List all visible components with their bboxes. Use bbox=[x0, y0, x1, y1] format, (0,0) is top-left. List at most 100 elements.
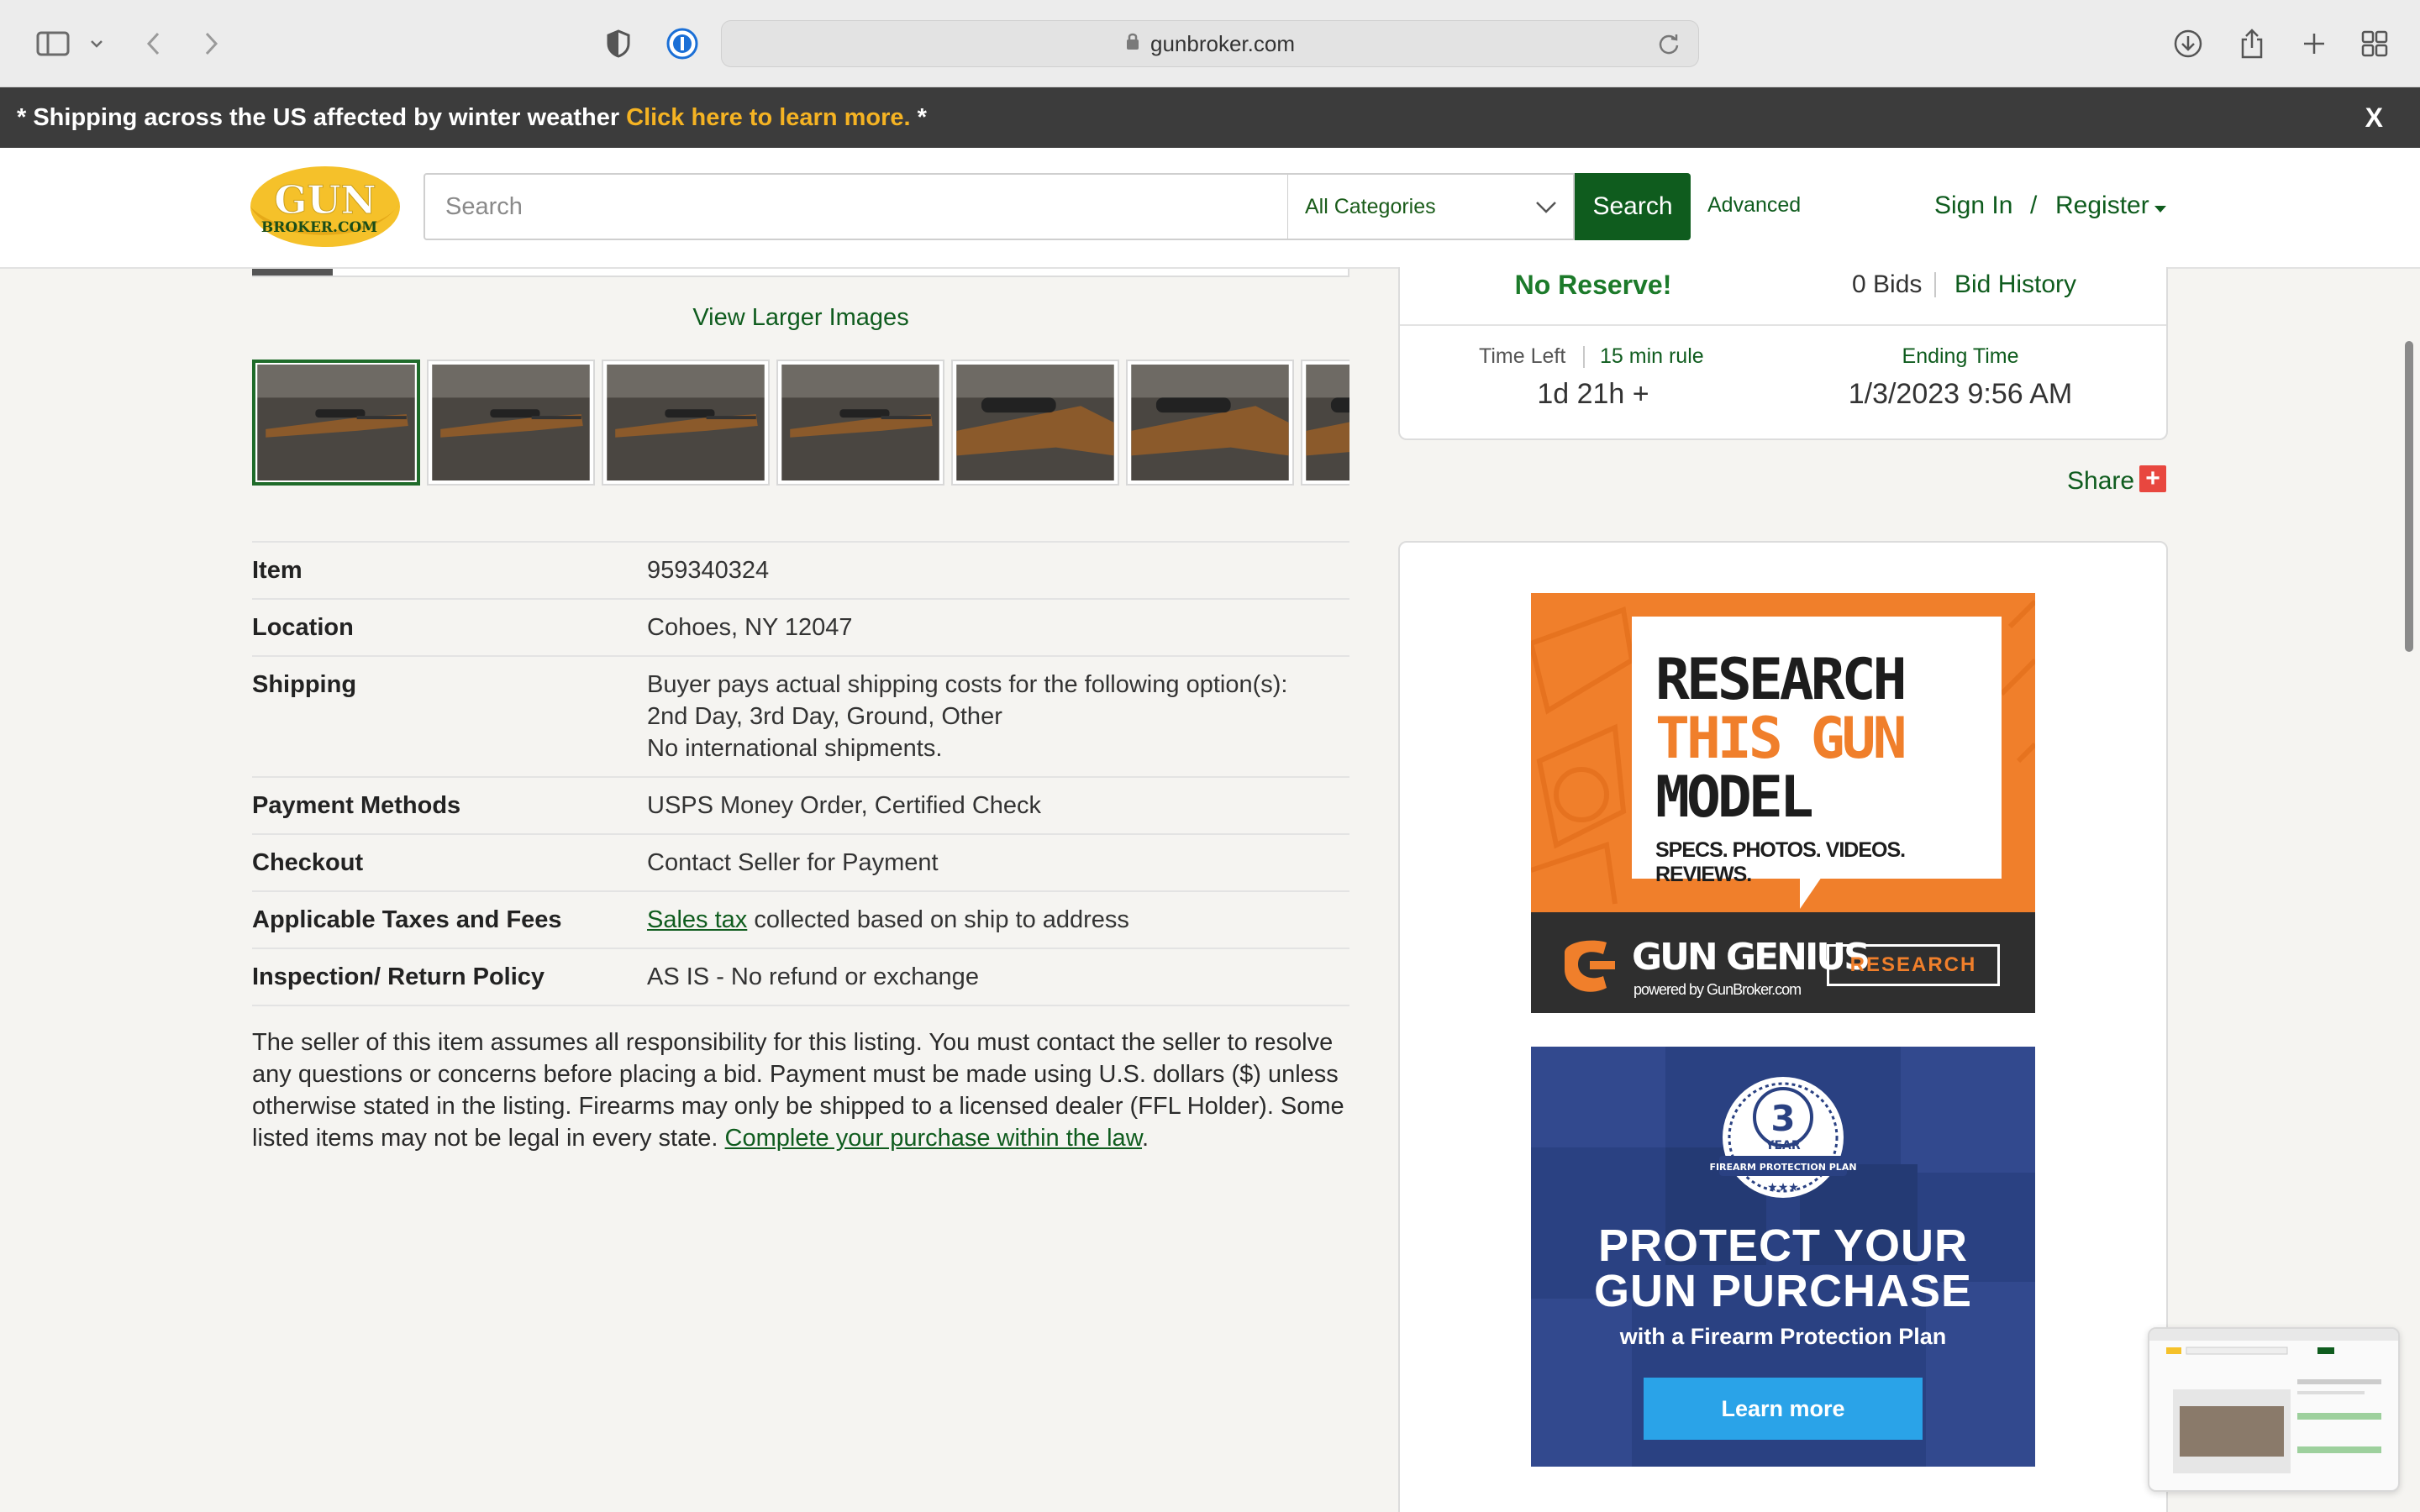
lock-icon bbox=[1125, 31, 1140, 57]
thumbnail-image[interactable] bbox=[1126, 360, 1294, 486]
rifle-photo-icon bbox=[607, 365, 765, 480]
gun-genius-logo-icon bbox=[1556, 936, 1623, 1002]
rifle-photo-icon bbox=[781, 365, 939, 480]
ad-brand-subtitle: powered by GunBroker.com bbox=[1634, 981, 1802, 998]
badge-text: FIREARM PROTECTION PLAN bbox=[1709, 1162, 1856, 1173]
notice-close-button[interactable]: X bbox=[2365, 102, 2383, 134]
badge-number: 3 bbox=[1770, 1098, 1795, 1139]
speech-bubble-tail bbox=[1800, 877, 1822, 909]
ad2-headline-line2: GUN PURCHASE bbox=[1593, 1266, 1973, 1316]
category-select[interactable]: All Categories bbox=[1287, 173, 1575, 240]
privacy-shield-icon[interactable] bbox=[602, 25, 635, 62]
time-left-label: Time Left bbox=[1479, 344, 1566, 368]
reload-icon[interactable] bbox=[1658, 32, 1680, 61]
details-value-line: AS IS - No refund or exchange bbox=[647, 961, 1349, 993]
view-larger-images-link[interactable]: View Larger Images bbox=[0, 304, 1602, 332]
new-tab-icon[interactable] bbox=[2297, 25, 2331, 62]
sidebar-toggle-icon[interactable] bbox=[32, 25, 74, 62]
downloads-icon[interactable] bbox=[2171, 25, 2205, 62]
ending-time-value: 1/3/2023 9:56 AM bbox=[1848, 378, 2073, 410]
ad2-headline: PROTECT YOUR GUN PURCHASE bbox=[1531, 1223, 2035, 1314]
sign-in-link[interactable]: Sign In bbox=[1934, 192, 2012, 220]
bid-history-link[interactable]: Bid History bbox=[1954, 267, 2076, 302]
share-sheet-icon[interactable] bbox=[2235, 25, 2269, 62]
details-label: Shipping bbox=[252, 671, 357, 698]
details-label: Checkout bbox=[252, 849, 364, 876]
weather-notice-banner: * Shipping across the US affected by win… bbox=[0, 87, 2420, 148]
tab-overview-icon[interactable] bbox=[2358, 25, 2391, 62]
ad-headline-line3: MODEL bbox=[1655, 764, 1814, 831]
details-label: Location bbox=[252, 614, 354, 641]
ad-headline-line1: RESEARCH bbox=[1655, 647, 1907, 713]
caret-down-icon[interactable] bbox=[2153, 203, 2168, 218]
tab-preview-thumbnail[interactable] bbox=[2148, 1327, 2400, 1492]
search-button[interactable]: Search bbox=[1575, 173, 1691, 240]
ad-speech-bubble: RESEARCH THIS GUN MODEL SPECS. PHOTOS. V… bbox=[1632, 617, 2002, 886]
sales-tax-link[interactable]: Sales tax bbox=[647, 906, 747, 933]
time-left-separator bbox=[1583, 346, 1585, 368]
search-box bbox=[424, 173, 1289, 240]
details-value-text: 2nd Day, 3rd Day, Ground, Other bbox=[647, 703, 1002, 730]
chevron-down-icon bbox=[1534, 197, 1558, 221]
password-manager-icon[interactable] bbox=[664, 25, 701, 62]
notice-learn-more-link[interactable]: Click here to learn more. bbox=[626, 104, 910, 132]
forward-icon[interactable] bbox=[197, 25, 227, 62]
search-input[interactable] bbox=[425, 175, 1287, 239]
ad2-subheadline: with a Firearm Protection Plan bbox=[1619, 1324, 1947, 1349]
notice-tail: * bbox=[917, 103, 927, 131]
details-value-text: Contact Seller for Payment bbox=[647, 849, 939, 876]
notice-text: * Shipping across the US affected by win… bbox=[17, 103, 620, 131]
details-row: Applicable Taxes and Fees Sales tax colle… bbox=[252, 890, 1349, 948]
view-larger-images-label: View Larger Images bbox=[692, 304, 909, 331]
no-reserve-label: No Reserve! bbox=[1514, 270, 1672, 300]
ad-footer-bar: GUN GENIUS powered by GunBroker.com RESE… bbox=[1531, 912, 2035, 1013]
purchase-within-law-link[interactable]: Complete your purchase within the law bbox=[725, 1125, 1142, 1152]
browser-toolbar: gunbroker.com bbox=[0, 0, 2420, 87]
details-label: Item bbox=[252, 557, 302, 584]
ad-headline-line2: THIS GUN bbox=[1655, 706, 1907, 772]
thumbnail-image[interactable] bbox=[602, 360, 770, 486]
chevron-down-icon[interactable] bbox=[84, 25, 109, 62]
page-scrollbar-thumb[interactable] bbox=[2405, 341, 2413, 652]
advanced-search-link[interactable]: Advanced bbox=[1707, 193, 1801, 218]
details-value-text: AS IS - No refund or exchange bbox=[647, 963, 979, 990]
learn-more-button[interactable]: Learn more bbox=[1644, 1378, 1923, 1440]
auth-separator: / bbox=[2030, 192, 2038, 219]
disclaimer-end: . bbox=[1142, 1125, 1150, 1152]
details-value: Sales tax collected based on ship to add… bbox=[647, 904, 1349, 936]
register-link[interactable]: Register bbox=[2055, 192, 2149, 220]
details-value-text: collected based on ship to address bbox=[747, 906, 1129, 933]
gun-genius-ad[interactable]: RESEARCH THIS GUN MODEL SPECS. PHOTOS. V… bbox=[1531, 593, 2035, 1013]
details-value-line: Contact Seller for Payment bbox=[647, 847, 1349, 879]
category-select-value: All Categories bbox=[1305, 194, 1436, 218]
thumbnail-image[interactable] bbox=[951, 360, 1119, 486]
item-details-table: Item 959340324 Location Cohoes, NY 12047 Shi… bbox=[252, 541, 1349, 1006]
warranty-badge-icon: 3 YEAR FIREARM PROTECTION PLAN ★★★ bbox=[1709, 1077, 1857, 1198]
protection-plan-ad[interactable]: 3 YEAR FIREARM PROTECTION PLAN ★★★ PROTE… bbox=[1531, 1047, 2035, 1467]
rifle-photo-icon bbox=[956, 365, 1114, 480]
ad-research-button[interactable]: RESEARCH bbox=[1827, 944, 2000, 986]
logo-top-text: GUN bbox=[274, 177, 376, 223]
rifle-photo-icon bbox=[257, 365, 415, 480]
details-value: AS IS - No refund or exchange bbox=[647, 961, 1349, 993]
tab-preview-image bbox=[2149, 1329, 2398, 1473]
gunbroker-logo[interactable]: GUN BROKER.COM bbox=[250, 165, 400, 249]
share-plus-icon[interactable]: + bbox=[2139, 465, 2166, 492]
details-row: Shipping Buyer pays actual shipping costs… bbox=[252, 655, 1349, 776]
thumbnail-image[interactable] bbox=[427, 360, 595, 486]
fifteen-min-rule-link[interactable]: 15 min rule bbox=[1600, 344, 1704, 369]
thumbnail-image[interactable] bbox=[776, 360, 944, 486]
details-value-line: 959340324 bbox=[647, 554, 1349, 586]
address-bar[interactable]: gunbroker.com bbox=[721, 20, 1699, 67]
back-icon[interactable] bbox=[138, 25, 168, 62]
details-value-line: Buyer pays actual shipping costs for the… bbox=[647, 669, 1349, 701]
thumbnail-image[interactable] bbox=[252, 360, 420, 486]
rifle-photo-icon bbox=[1131, 365, 1289, 480]
thumbnail-image[interactable] bbox=[1301, 360, 1349, 486]
details-value-text: Cohoes, NY 12047 bbox=[647, 614, 853, 641]
details-value: USPS Money Order, Certified Check bbox=[647, 790, 1349, 822]
details-row: Inspection/ Return Policy AS IS - No refu… bbox=[252, 948, 1349, 1006]
share-link[interactable]: Share bbox=[2067, 467, 2134, 496]
details-label: Inspection/ Return Policy bbox=[252, 963, 545, 990]
details-label: Payment Methods bbox=[252, 792, 461, 819]
